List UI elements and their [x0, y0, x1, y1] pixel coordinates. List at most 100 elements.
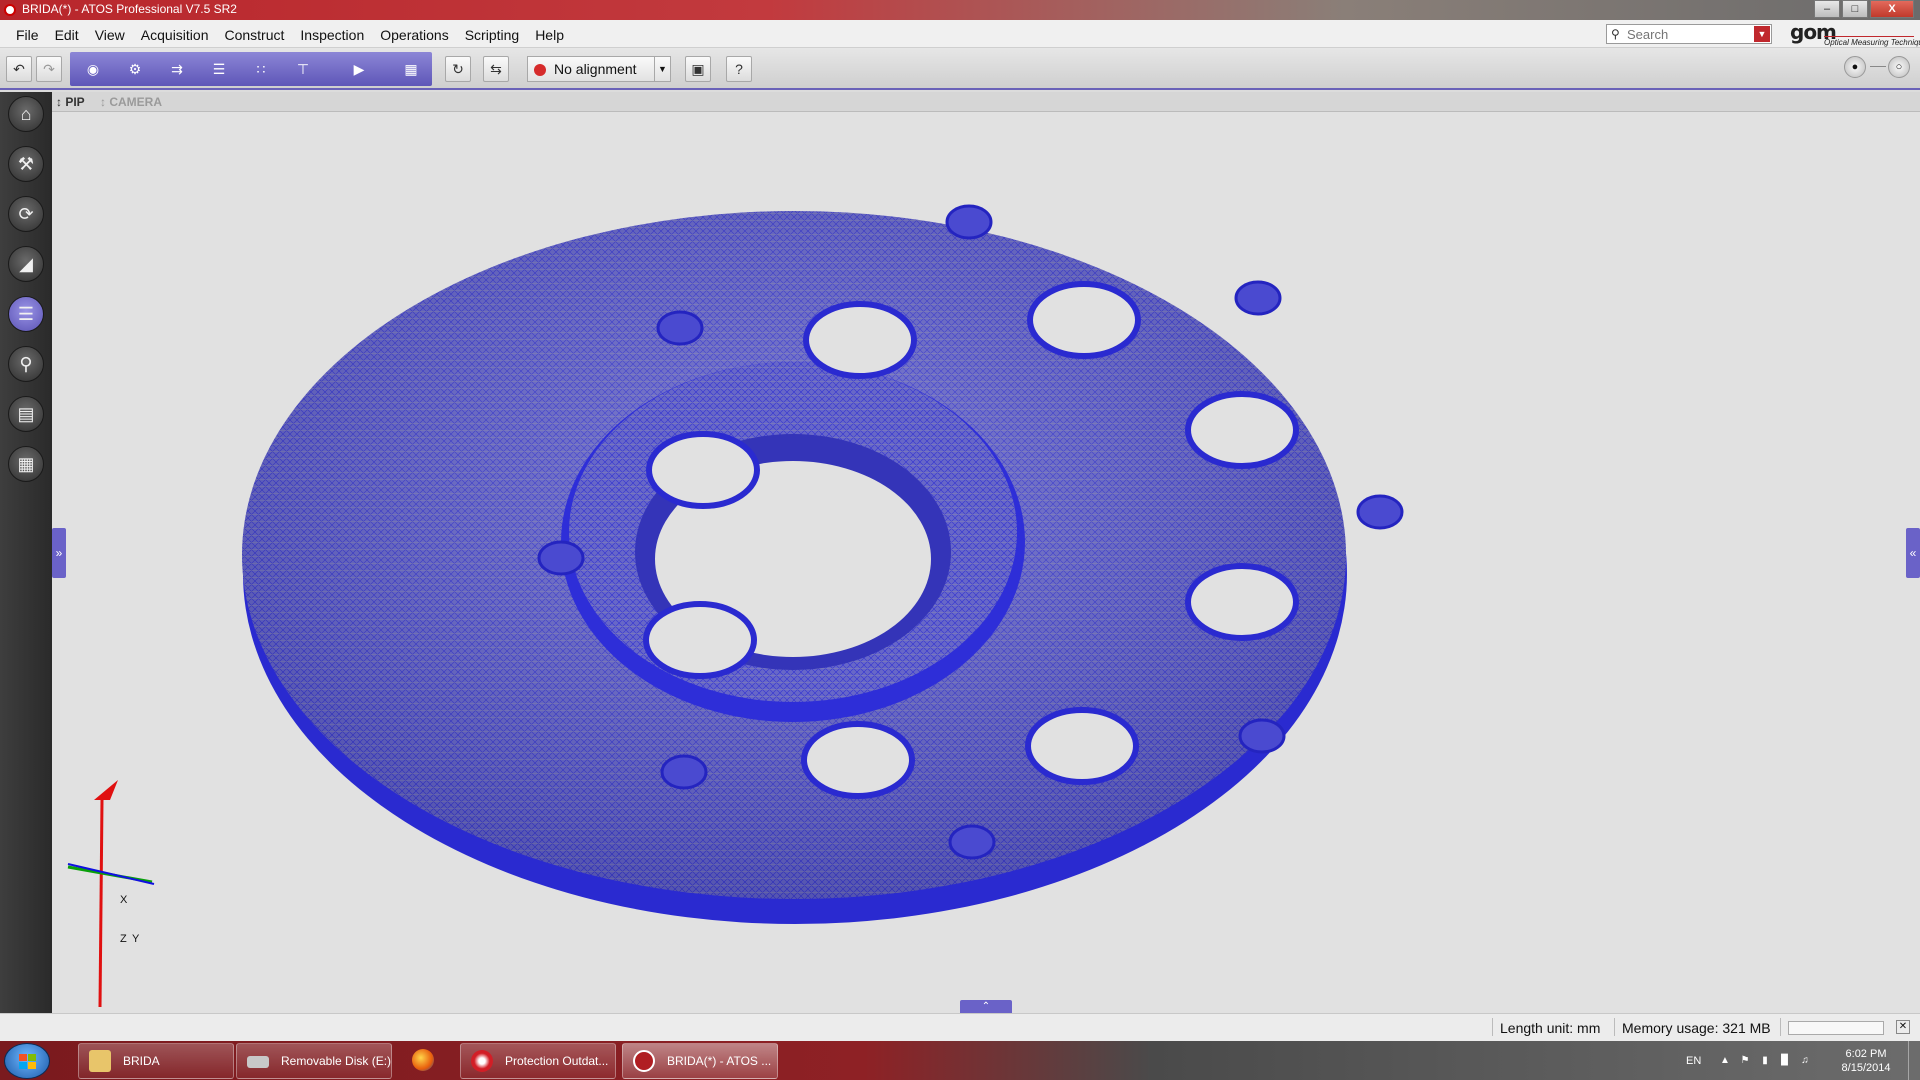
system-tray: EN ▲ ⚑ ▮ ▉ ♫ 6:02 PM 8/15/2014	[1686, 1041, 1920, 1080]
maximize-button[interactable]: □	[1842, 0, 1868, 18]
windows-logo-icon	[19, 1054, 37, 1070]
export-icon[interactable]: ▶	[346, 57, 372, 81]
menu-bar: File Edit View Acquisition Construct Ins…	[0, 20, 1920, 48]
camera-tab[interactable]: ↕ CAMERA	[100, 95, 162, 109]
status-divider	[1492, 1018, 1493, 1036]
undo-icon[interactable]: ↶	[6, 56, 32, 82]
firefox-icon	[412, 1049, 434, 1071]
search-dropdown-icon[interactable]: ▼	[1754, 26, 1770, 42]
main-menu: File Edit View Acquisition Construct Ins…	[8, 26, 572, 44]
logo-tagline: Optical Measuring Techniques	[1824, 38, 1920, 47]
chevron-down-icon: ▼	[654, 57, 670, 81]
length-unit: Length unit: mm	[1500, 1020, 1601, 1036]
window-title: BRIDA(*) - ATOS Professional V7.5 SR2	[22, 2, 237, 16]
windows-taskbar: BRIDA Removable Disk (E:) Protection Out…	[0, 1041, 1920, 1080]
stop-icon	[534, 64, 546, 76]
search-icon: ⚲	[1611, 27, 1620, 41]
taskbar-item-protection[interactable]: Protection Outdat...	[460, 1043, 616, 1079]
taskbar-item-firefox[interactable]	[402, 1043, 450, 1079]
help-button[interactable]: ?	[726, 56, 752, 82]
menu-acquisition[interactable]: Acquisition	[133, 26, 217, 44]
points-icon[interactable]: ∷	[248, 57, 274, 81]
taskbar-item-removable-disk[interactable]: Removable Disk (E:)	[236, 1043, 392, 1079]
battery-icon[interactable]: ▮	[1758, 1055, 1772, 1067]
window-controls: – □ X	[1814, 0, 1914, 18]
snapshot-icon[interactable]: ▣	[685, 56, 711, 82]
menu-operations[interactable]: Operations	[372, 26, 456, 44]
camera-icon[interactable]: ◢	[8, 246, 44, 282]
logo-line	[1824, 36, 1914, 37]
progress-bar	[1788, 1021, 1884, 1035]
pip-tab[interactable]: ↕ PIP	[56, 95, 85, 109]
volume-icon[interactable]: ♫	[1798, 1055, 1812, 1067]
start-button[interactable]	[4, 1043, 50, 1079]
pin-icon[interactable]: ○	[1888, 56, 1910, 78]
search-box: ⚲ ▼	[1606, 24, 1772, 44]
calibration-icon[interactable]: ⚙	[122, 57, 148, 81]
close-button[interactable]: X	[1870, 0, 1914, 18]
pip-label: PIP	[65, 95, 85, 109]
light-icon[interactable]: ●	[1844, 56, 1866, 78]
3d-viewport[interactable]: X Y Z » «	[52, 112, 1920, 1013]
task-label: Protection Outdat...	[505, 1054, 609, 1068]
sensor-icon[interactable]: ◉	[80, 57, 106, 81]
search-input[interactable]	[1627, 26, 1747, 42]
flag-icon[interactable]: ⚑	[1738, 1055, 1752, 1067]
folder-icon	[89, 1050, 111, 1072]
task-label: Removable Disk (E:)	[281, 1054, 392, 1068]
status-divider	[1780, 1018, 1781, 1036]
gom-logo: gom Optical Measuring Techniques	[1788, 20, 1920, 48]
magnifier-icon[interactable]: ⚲	[8, 346, 44, 382]
view-subheader: ↕ PIP ↕ CAMERA	[52, 92, 1920, 112]
wrench-icon[interactable]: ⚒	[8, 146, 44, 182]
reference-icon[interactable]: ⊤	[290, 57, 316, 81]
mesh-render: X Y Z	[67, 204, 1404, 1008]
app-icon	[4, 4, 16, 16]
menu-file[interactable]: File	[8, 26, 47, 44]
status-divider	[1614, 1018, 1615, 1036]
menu-inspection[interactable]: Inspection	[292, 26, 372, 44]
show-hidden-icons-icon[interactable]: ▲	[1718, 1055, 1732, 1067]
alignment-select[interactable]: No alignment ▼	[527, 56, 671, 82]
redo-icon[interactable]: ↷	[36, 56, 62, 82]
rotate-icon[interactable]: ⟳	[8, 196, 44, 232]
alignment-label: No alignment	[554, 61, 637, 77]
task-label: BRIDA(*) - ATOS ...	[667, 1054, 772, 1068]
menu-help[interactable]: Help	[527, 26, 572, 44]
menu-construct[interactable]: Construct	[216, 26, 292, 44]
memory-usage: Memory usage: 321 MB	[1622, 1020, 1771, 1036]
camera-label: CAMERA	[109, 95, 163, 109]
language-indicator[interactable]: EN	[1686, 1055, 1701, 1067]
taskbar-item-atos[interactable]: BRIDA(*) - ATOS ...	[622, 1043, 778, 1079]
grid-icon[interactable]: ▦	[8, 446, 44, 482]
expand-left-panel-button[interactable]: »	[52, 528, 66, 578]
scan-icon[interactable]: ☰	[206, 57, 232, 81]
slider-line	[1870, 66, 1886, 67]
drive-icon	[247, 1056, 269, 1068]
atos-icon	[633, 1050, 655, 1072]
axis-triad	[67, 780, 155, 1008]
taskbar-item-brida-folder[interactable]: BRIDA	[78, 1043, 234, 1079]
axis-x-label: X	[120, 894, 128, 906]
report-icon[interactable]: ▤	[8, 396, 44, 432]
network-icon[interactable]: ▉	[1778, 1055, 1792, 1067]
menu-scripting[interactable]: Scripting	[457, 26, 527, 44]
expand-right-panel-button[interactable]: «	[1906, 528, 1920, 578]
show-desktop-button[interactable]	[1908, 1041, 1920, 1080]
recompute-icon[interactable]: ⇆	[483, 56, 509, 82]
minimize-button[interactable]: –	[1814, 0, 1840, 18]
cancel-icon[interactable]: ✕	[1896, 1020, 1910, 1034]
refresh-icon[interactable]: ↻	[445, 56, 471, 82]
transform-icon[interactable]: ⇉	[164, 57, 190, 81]
trend-micro-icon	[471, 1050, 493, 1072]
home-icon[interactable]: ⌂	[8, 96, 44, 132]
checkered-flag-icon[interactable]: ▦	[398, 57, 424, 81]
title-bar: BRIDA(*) - ATOS Professional V7.5 SR2 – …	[0, 0, 1920, 20]
scan-workspace-icon[interactable]: ☰	[8, 296, 44, 332]
menu-edit[interactable]: Edit	[47, 26, 87, 44]
workspace-sidebar: ⌂ ⚒ ⟳ ◢ ☰ ⚲ ▤ ▦	[0, 92, 52, 1013]
expand-bottom-panel-button[interactable]: ⌃	[960, 1000, 1012, 1014]
clock-date: 8/15/2014	[1841, 1062, 1891, 1074]
clock[interactable]: 6:02 PM 8/15/2014	[1834, 1047, 1898, 1075]
menu-view[interactable]: View	[87, 26, 133, 44]
